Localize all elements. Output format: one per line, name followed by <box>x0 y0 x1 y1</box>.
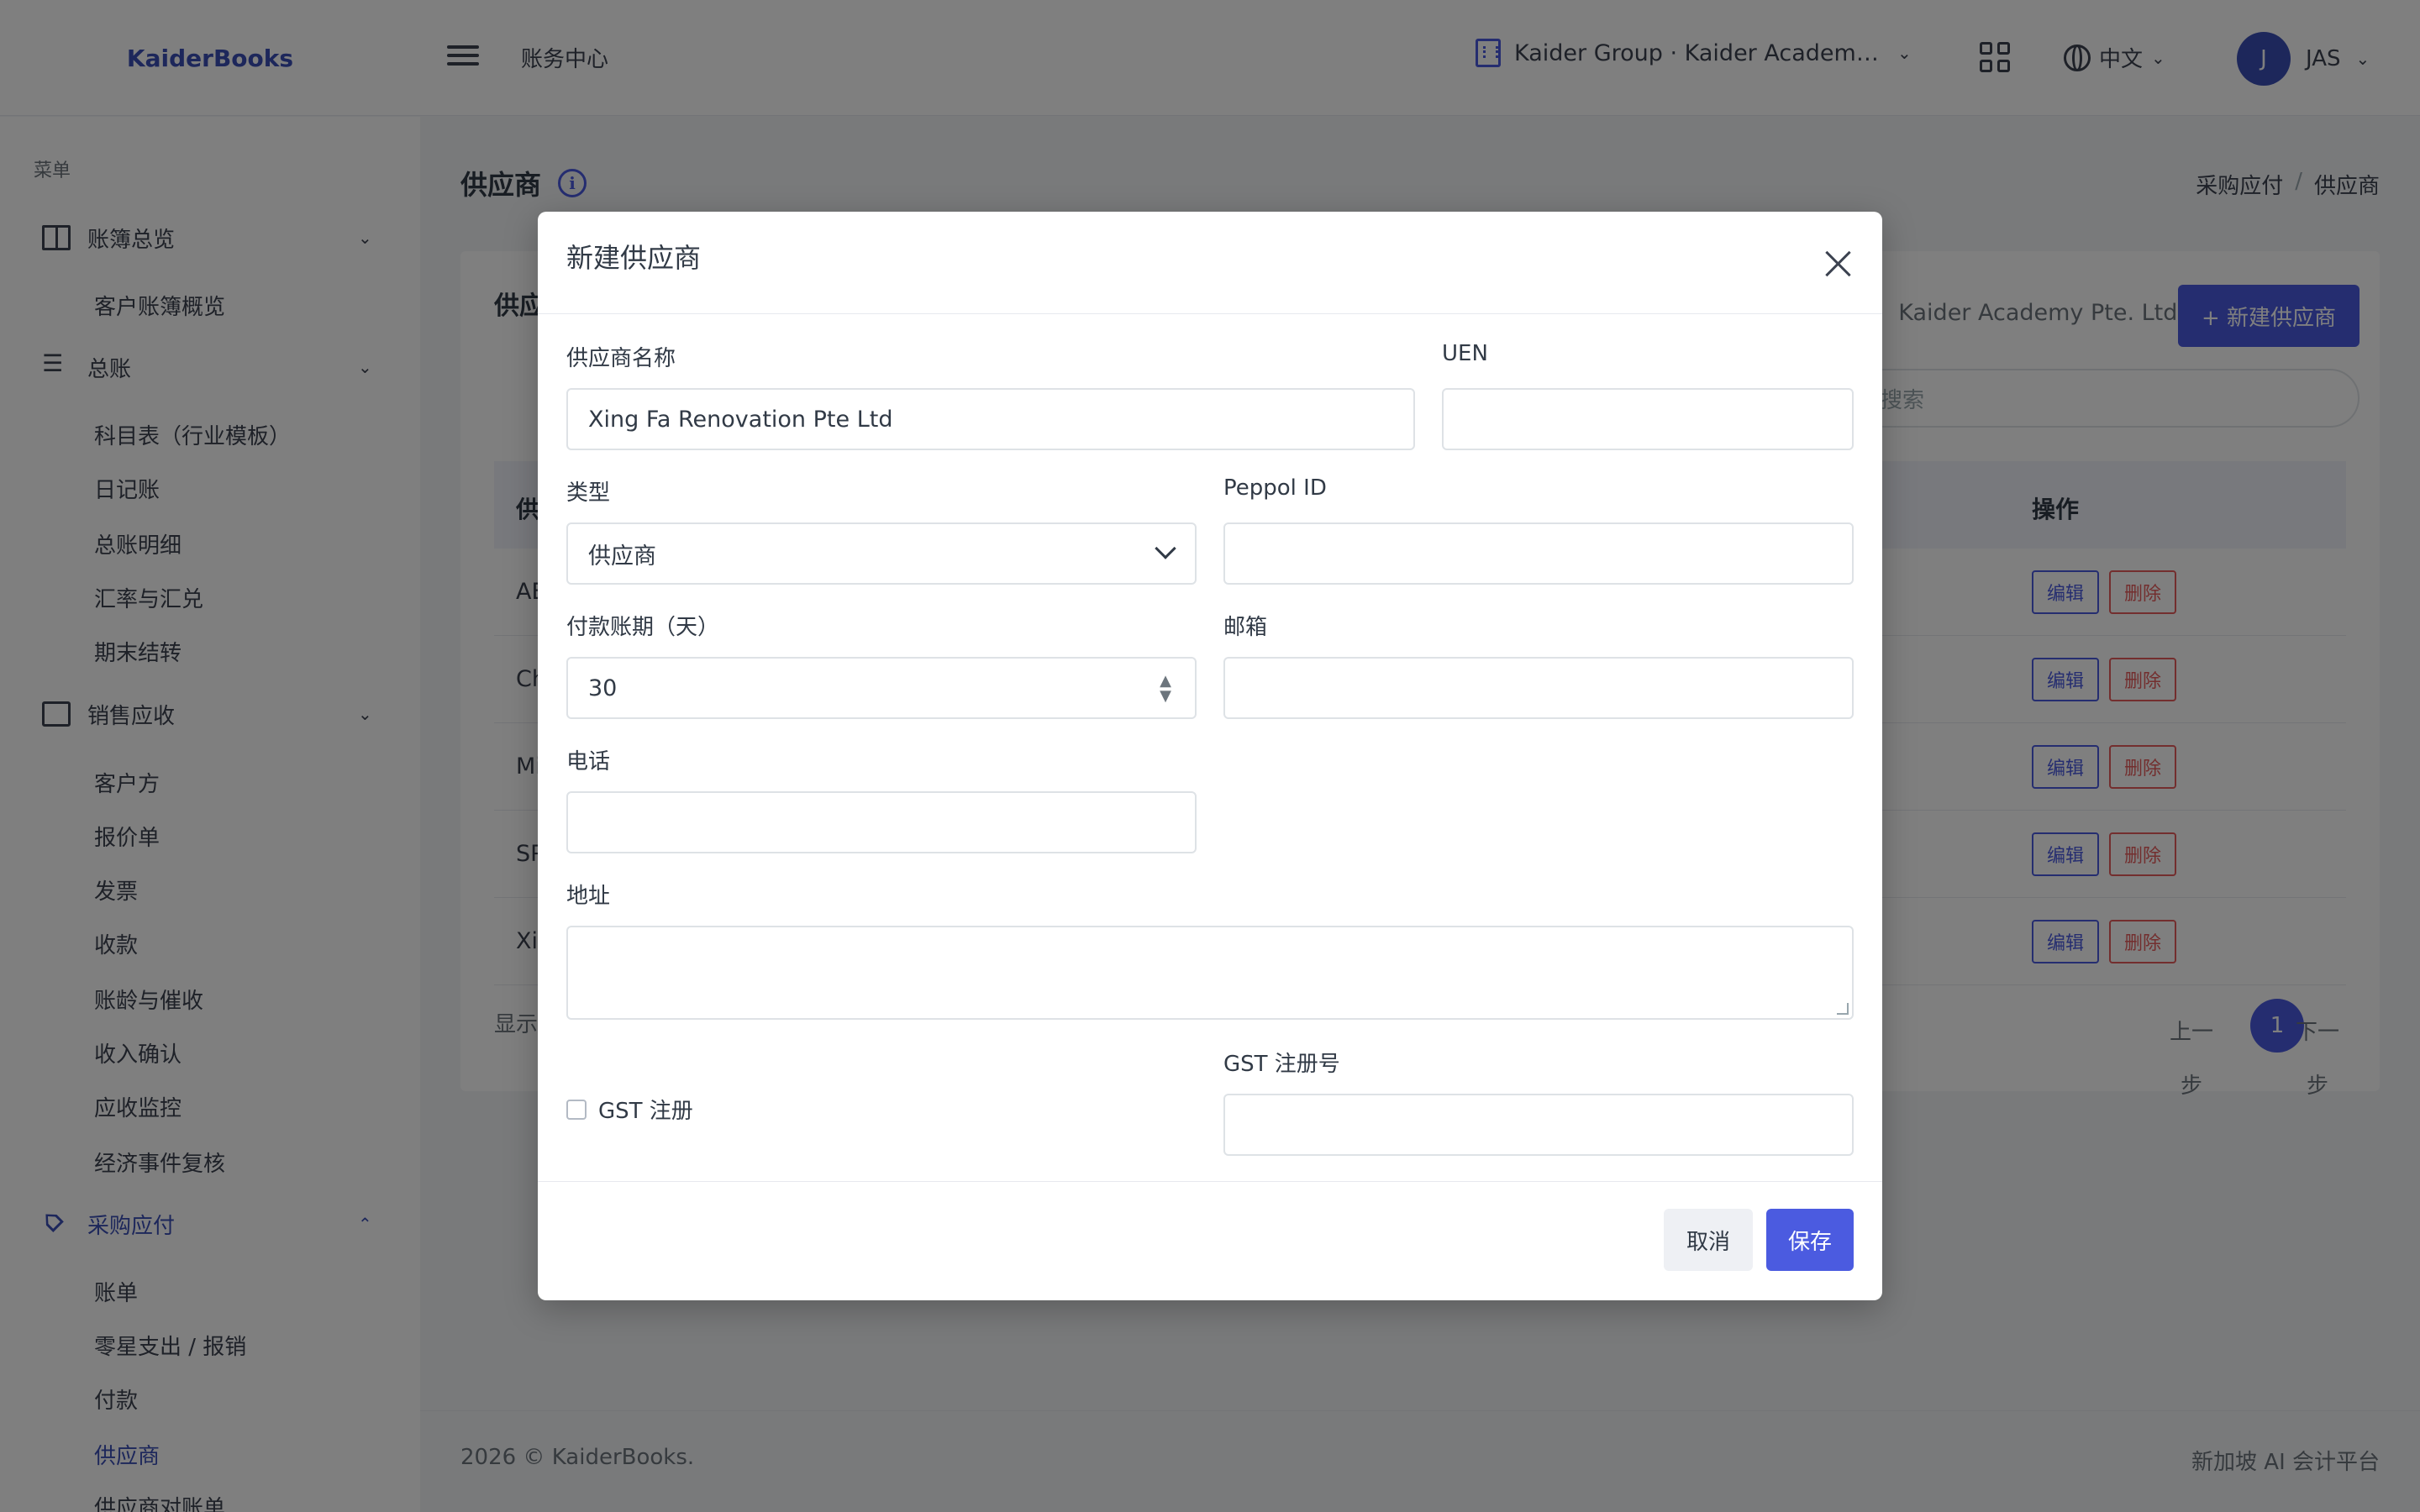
gst-number-label: GST 注册号 <box>1223 1052 1340 1077</box>
cancel-button[interactable]: 取消 <box>1664 1209 1753 1271</box>
payment-terms-input[interactable]: 30 ▲ ▼ <box>566 657 1197 719</box>
type-select-value: 供应商 <box>588 543 656 570</box>
modal-footer: 取消 保存 <box>538 1181 1882 1300</box>
uen-label: UEN <box>1442 341 1488 366</box>
gst-number-input[interactable] <box>1223 1094 1854 1156</box>
address-label: 地址 <box>566 884 611 909</box>
chevron-down-icon <box>1155 538 1176 559</box>
modal-title: 新建供应商 <box>566 242 702 274</box>
email-label: 邮箱 <box>1223 615 1268 640</box>
checkbox-box[interactable] <box>566 1099 587 1120</box>
type-label: 类型 <box>566 480 611 506</box>
email-input[interactable] <box>1223 657 1854 719</box>
supplier-name-input[interactable]: Xing Fa Renovation Pte Ltd <box>566 388 1415 450</box>
number-spinner-icon[interactable]: ▲ ▼ <box>1160 674 1171 704</box>
new-supplier-modal: 新建供应商 供应商名称 Xing Fa Renovation Pte Ltd U… <box>538 212 1882 1300</box>
gst-registered-label: GST 注册 <box>598 1099 693 1124</box>
resize-handle-icon[interactable] <box>1837 1003 1849 1015</box>
peppol-id-input[interactable] <box>1223 522 1854 585</box>
gst-registered-checkbox[interactable]: GST 注册 <box>566 1094 693 1125</box>
address-textarea[interactable] <box>566 926 1854 1020</box>
payment-terms-label: 付款账期（天） <box>566 615 720 640</box>
save-button[interactable]: 保存 <box>1766 1209 1854 1271</box>
phone-input[interactable] <box>566 791 1197 853</box>
uen-input[interactable] <box>1442 388 1854 450</box>
type-select[interactable]: 供应商 <box>566 522 1197 585</box>
supplier-name-label: 供应商名称 <box>566 346 676 371</box>
close-icon[interactable] <box>1822 247 1855 281</box>
peppol-id-label: Peppol ID <box>1223 475 1327 501</box>
payment-terms-value: 30 <box>588 675 618 701</box>
phone-label: 电话 <box>566 749 611 774</box>
modal-header: 新建供应商 <box>538 212 1882 314</box>
